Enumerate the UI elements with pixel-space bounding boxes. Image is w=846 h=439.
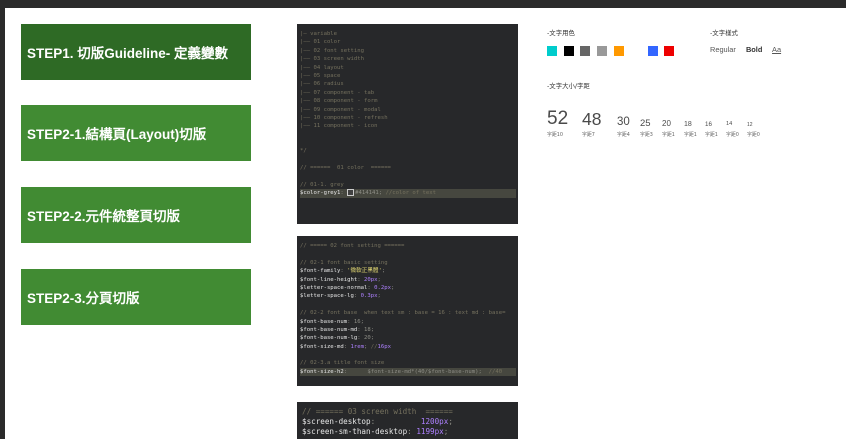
- letter-spacing-caption: 字距7: [582, 132, 595, 138]
- font-size-sample: 20 字距1: [662, 119, 675, 139]
- color-swatch: [564, 46, 574, 56]
- font-size-number: 48: [582, 108, 602, 129]
- font-size-number: 52: [547, 108, 569, 129]
- font-size-number: 30: [617, 115, 630, 128]
- font-size-sample: 30 字距4: [617, 115, 630, 138]
- code-line: // ===== 02 font setting ======: [300, 243, 405, 249]
- color-swatch: [648, 46, 658, 56]
- font-size-number: 25: [640, 117, 651, 129]
- code-line: // 01-1. grey: [300, 182, 344, 189]
- code-panel-font-setting: // ===== 02 font setting ====== // 02-1 …: [297, 236, 518, 386]
- code-line: |—— 10 component - refresh: [300, 114, 388, 121]
- font-size-number: 12: [747, 122, 753, 128]
- font-size-sample: 25 字距3: [640, 117, 653, 138]
- guideline-canvas: STEP1. 切版Guideline- 定義變數 STEP2-1.結構頁(Lay…: [5, 8, 846, 439]
- code-line: */: [300, 148, 307, 155]
- code-line: |—— 11 component - icon: [300, 123, 378, 130]
- code-panel-screen-width: // ====== 03 screen width ====== $screen-…: [297, 402, 518, 439]
- font-size-sample: 52 字距10: [547, 109, 568, 138]
- letter-spacing-caption: 字距1: [705, 132, 718, 138]
- code-line: |—— 08 component - form: [300, 98, 378, 105]
- text-style-samples: Regular Bold Aa: [710, 45, 789, 54]
- letter-spacing-caption: 字距4: [617, 132, 630, 138]
- font-size-number: 14: [726, 121, 733, 128]
- code-line: // 02-2 font base when text sm : base = …: [300, 310, 506, 317]
- style-bold: Bold: [745, 45, 763, 54]
- code-line: // 02-3.a title font size: [300, 360, 385, 367]
- code-line: $font-line-height: 20px;: [300, 276, 381, 283]
- text-style-title: -文字樣式: [710, 29, 738, 37]
- code-line: |— variable: [300, 31, 338, 37]
- code-line: |—— 06 radius: [300, 81, 344, 88]
- code-line: |—— 02 font setting: [300, 47, 364, 54]
- code-line: $screen-sm-than-desktop: 1199px;: [302, 426, 449, 436]
- code-line: |—— 03 screen width: [300, 56, 364, 63]
- code-line: $font-base-num: 16;: [300, 318, 364, 325]
- code-line: $font-size-h2: $font-size-md*(40/$font-b…: [300, 367, 516, 377]
- code-line: |—— 05 space: [300, 72, 341, 79]
- color-swatch: [547, 46, 557, 56]
- code-line: |—— 09 component - modal: [300, 106, 381, 113]
- color-swatch: [631, 46, 641, 56]
- code-line: |—— 04 layout: [300, 64, 344, 71]
- letter-spacing-caption: 字距10: [547, 132, 564, 138]
- letter-spacing-caption: 字距1: [662, 132, 675, 138]
- color-swatch: [614, 46, 624, 56]
- color-swatch: [580, 46, 590, 56]
- text-size-title: -文字大小/字距: [547, 82, 590, 90]
- font-size-sample: 48 字距7: [582, 108, 602, 138]
- color-swatch: [597, 46, 607, 56]
- code-line: // ====== 01 color ======: [300, 165, 391, 172]
- color-swatch: [664, 46, 674, 56]
- step1-button[interactable]: STEP1. 切版Guideline- 定義變數: [21, 24, 251, 80]
- code-line: $letter-space-lg: 0.3px;: [300, 293, 381, 300]
- step2-1-button[interactable]: STEP2-1.結構頁(Layout)切版: [21, 105, 251, 161]
- code-line: $screen-desktop: 1200px;: [302, 416, 453, 426]
- code-panel-variables: |— variable |—— 01 color |—— 02 font setti…: [297, 24, 518, 224]
- code-line: $font-family: '微軟正黑體';: [300, 268, 386, 275]
- code-line: $font-base-num-lg: 20;: [300, 335, 375, 342]
- code-line: $font-size-md: 1rem; //16px: [300, 343, 391, 350]
- code-line: |—— 07 component - tab: [300, 89, 375, 96]
- letter-spacing-caption: 字距1: [684, 132, 697, 138]
- code-line: // 02-1 font basic setting: [300, 259, 388, 266]
- font-size-sample: 14 字距0: [726, 122, 739, 138]
- font-size-sample: 16 字距1: [705, 120, 718, 138]
- font-size-number: 18: [684, 121, 692, 128]
- code-line: // ====== 03 screen width ======: [302, 407, 453, 416]
- font-size-number: 20: [662, 119, 671, 128]
- code-line: $font-base-num-md: 18;: [300, 326, 375, 333]
- style-regular: Regular: [710, 45, 736, 54]
- code-line: $letter-space-normal: 0.2px;: [300, 284, 395, 291]
- letter-spacing-caption: 字距3: [640, 132, 653, 138]
- step2-3-button[interactable]: STEP2-3.分頁切版: [21, 269, 251, 325]
- letter-spacing-caption: 字距0: [726, 132, 739, 138]
- font-size-sample: 18 字距1: [684, 121, 697, 138]
- style-underline[interactable]: Aa: [772, 45, 781, 54]
- text-color-title: -文字用色: [547, 29, 575, 37]
- letter-spacing-caption: 字距0: [747, 132, 760, 138]
- code-line: |—— 01 color: [300, 39, 341, 46]
- font-size-number: 16: [705, 120, 712, 128]
- code-line: $color-grey1: #414141; //color of text: [300, 189, 516, 198]
- step2-2-button[interactable]: STEP2-2.元件統整頁切版: [21, 187, 251, 243]
- font-size-sample: 12 字距0: [747, 122, 760, 139]
